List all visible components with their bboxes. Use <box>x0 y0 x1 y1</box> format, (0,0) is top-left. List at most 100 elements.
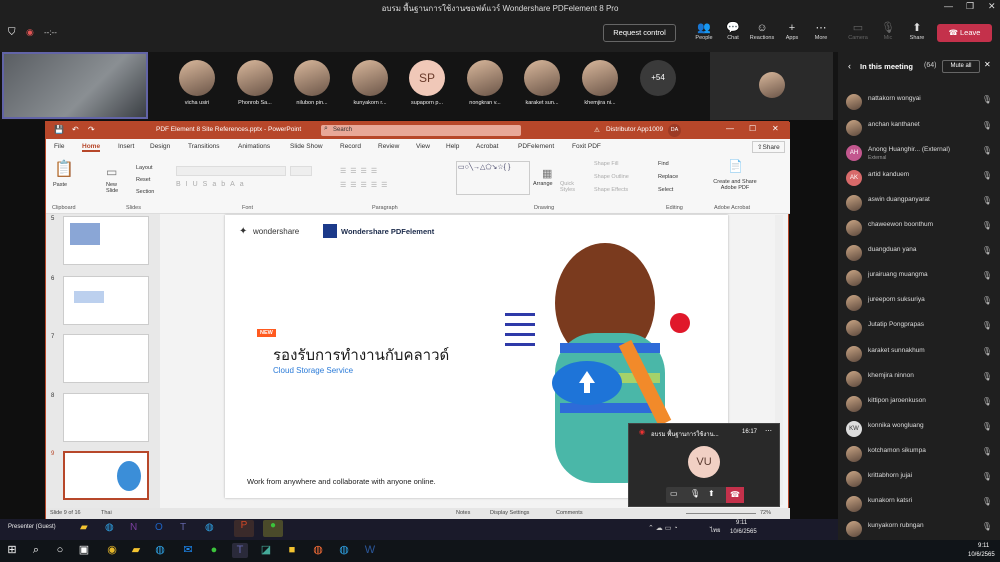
participant-row[interactable]: nattakorn wongyai 🎙 <box>846 92 996 112</box>
chevron-left-icon[interactable]: ‹ <box>848 61 851 71</box>
participant-row[interactable]: kunyakorn rubngan 🎙 <box>846 519 996 539</box>
tab-record[interactable]: Record <box>340 143 361 150</box>
folder-icon[interactable]: ▰ <box>80 522 88 533</box>
shape-fill-button[interactable]: Shape Fill <box>594 161 618 167</box>
share-button[interactable]: ⇧Share <box>752 141 785 153</box>
edge-icon[interactable]: ◍ <box>152 543 168 558</box>
word-icon[interactable]: W <box>362 543 378 558</box>
outlook-icon[interactable]: O <box>155 522 163 533</box>
zoom-slider[interactable] <box>686 513 756 514</box>
select-button[interactable]: Select <box>658 187 673 193</box>
replace-button[interactable]: Replace <box>658 174 678 180</box>
paste-icon[interactable]: 📋 <box>54 159 74 179</box>
new-slide-icon[interactable]: ▭ <box>106 165 117 179</box>
align-buttons[interactable]: ☰☰☰☰☰ <box>340 181 391 189</box>
edge-icon[interactable]: ◍ <box>205 522 214 533</box>
system-tray-icons[interactable]: ⌃ ☁ ▭ ◔ <box>648 524 678 532</box>
slide-thumbnail-selected[interactable] <box>63 451 149 500</box>
participant-row[interactable]: jurairuang muangma 🎙 <box>846 268 996 288</box>
firefox-icon[interactable]: ◍ <box>310 543 326 558</box>
adobe-pdf-icon[interactable]: 📄 <box>728 159 743 173</box>
participant-row[interactable]: kunakorn katsri 🎙 <box>846 494 996 514</box>
folder-icon[interactable]: ▰ <box>128 543 144 558</box>
redo-icon[interactable]: ↷ <box>88 125 95 134</box>
font-format-buttons[interactable]: BIUSabAa <box>176 181 249 188</box>
more-icon[interactable]: ⋯ <box>765 427 772 435</box>
app-icon[interactable]: ◪ <box>258 543 274 558</box>
maximize-icon[interactable]: ☐ <box>749 124 756 133</box>
tab-slide-show[interactable]: Slide Show <box>290 143 323 150</box>
hang-up-icon[interactable]: ☎ <box>726 487 744 503</box>
participant-tile[interactable]: nongkran v... <box>456 60 514 106</box>
slide-thumbnail[interactable] <box>63 216 149 265</box>
windows-start-icon[interactable]: ⊞ <box>4 543 20 558</box>
participant-row[interactable]: khemjira ninnon 🎙 <box>846 369 996 389</box>
share-icon[interactable]: ⬆ <box>708 489 715 498</box>
task-view-icon[interactable]: ○ <box>52 543 68 558</box>
font-size-select[interactable] <box>290 166 312 176</box>
participant-tile[interactable]: Phonrob Sa... <box>226 60 284 106</box>
find-button[interactable]: Find <box>658 161 669 167</box>
paragraph-buttons[interactable]: ☰☰☰☰ <box>340 167 381 175</box>
participant-row[interactable]: KW konnika wongluang 🎙 <box>846 419 996 439</box>
onenote-icon[interactable]: N <box>130 522 137 533</box>
edge-icon[interactable]: ◍ <box>105 522 114 533</box>
participant-row[interactable]: krittabhorn jujai 🎙 <box>846 469 996 489</box>
tab-review[interactable]: Review <box>378 143 399 150</box>
minimize-icon[interactable]: — <box>944 1 953 11</box>
participant-row[interactable]: anchan kanthanet 🎙 <box>846 118 996 138</box>
participant-row[interactable]: aswin duangpanyarat 🎙 <box>846 193 996 213</box>
undo-icon[interactable]: ↶ <box>72 125 79 134</box>
tab-home[interactable]: Home <box>82 143 101 152</box>
share-button[interactable]: ⬆ Share <box>900 22 934 41</box>
participant-tile[interactable]: SP supaporn p... <box>398 60 456 106</box>
self-video[interactable] <box>2 52 148 119</box>
tab-insert[interactable]: Insert <box>118 143 134 150</box>
tab-foxit-pdf[interactable]: Foxit PDF <box>572 143 601 150</box>
request-control-button[interactable]: Request control <box>603 24 676 42</box>
line-icon[interactable]: ● <box>206 543 222 558</box>
section-button[interactable]: Section <box>136 189 154 195</box>
mute-all-button[interactable]: Mute all <box>942 60 980 73</box>
participant-row[interactable]: chaweewon boonthum 🎙 <box>846 218 996 238</box>
participant-row[interactable]: AH Anong Huanghir... (External) External 🎙 <box>846 143 996 163</box>
slide-thumbnail[interactable] <box>63 393 149 442</box>
user-avatar[interactable]: DA <box>668 124 681 137</box>
camera-icon[interactable]: ▭ <box>670 489 678 498</box>
search-input[interactable]: Search <box>321 125 521 136</box>
powerpoint-icon[interactable]: P <box>234 520 254 537</box>
arrange-icon[interactable]: ▦ <box>542 167 552 180</box>
font-family-select[interactable] <box>176 166 286 176</box>
participant-row[interactable]: jureeporn suksuriya 🎙 <box>846 293 996 313</box>
tab-view[interactable]: View <box>416 143 430 150</box>
more-button[interactable]: ⋯ More <box>804 22 838 41</box>
search-icon[interactable]: ⌕ <box>28 543 44 558</box>
leave-button[interactable]: ☎ Leave <box>937 24 992 42</box>
edge-icon[interactable]: ◍ <box>336 543 352 558</box>
shape-outline-button[interactable]: Shape Outline <box>594 174 629 180</box>
video-tile[interactable] <box>710 52 833 120</box>
slide-thumbnail[interactable] <box>63 334 149 383</box>
maximize-icon[interactable]: ❐ <box>966 1 974 12</box>
camera-button[interactable]: ▭ Camera <box>841 22 875 41</box>
tab-acrobat[interactable]: Acrobat <box>476 143 498 150</box>
participant-row[interactable]: karaket sunnakhum 🎙 <box>846 344 996 364</box>
more-participants-button[interactable]: +54 <box>640 60 676 96</box>
close-icon[interactable]: ✕ <box>988 1 996 12</box>
slide-thumbnail[interactable] <box>63 276 149 325</box>
participant-tile[interactable]: vicha usiri <box>168 60 226 106</box>
close-icon[interactable]: ✕ <box>984 60 991 69</box>
participant-row[interactable]: AK artid kanduem 🎙 <box>846 168 996 188</box>
reset-button[interactable]: Reset <box>136 177 150 183</box>
participant-tile[interactable]: nilubon pin... <box>283 60 341 106</box>
save-icon[interactable]: 💾 <box>54 125 64 134</box>
tab-animations[interactable]: Animations <box>238 143 270 150</box>
tab-pdfelement[interactable]: PDFelement <box>518 143 554 150</box>
notes-button[interactable]: Notes <box>456 510 470 516</box>
teams-icon[interactable]: T <box>232 543 248 558</box>
comments-button[interactable]: Comments <box>556 510 583 516</box>
close-icon[interactable]: ✕ <box>772 124 779 133</box>
participant-tile[interactable]: kunyakorn r... <box>341 60 399 106</box>
minimize-icon[interactable]: — <box>726 124 734 133</box>
reactions-button[interactable]: ☺ Reactions <box>745 22 779 41</box>
